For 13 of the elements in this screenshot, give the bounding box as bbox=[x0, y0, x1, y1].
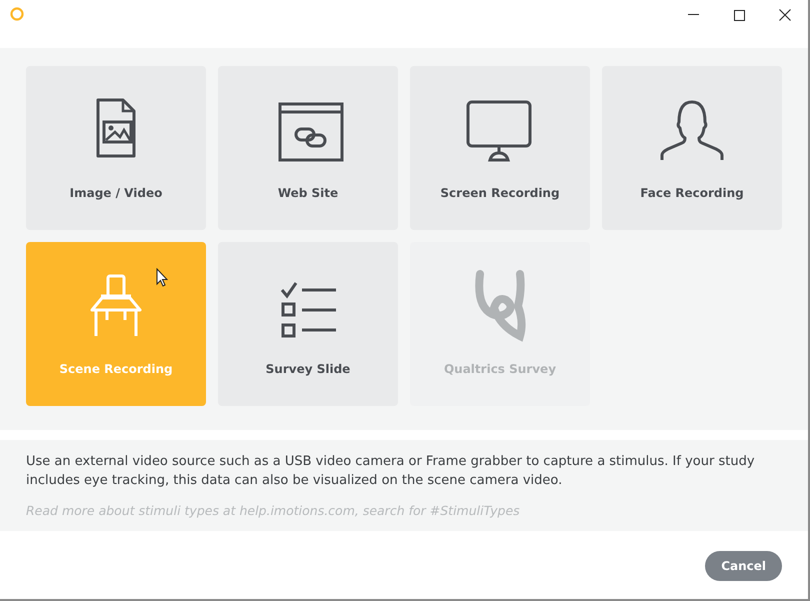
cancel-button[interactable]: Cancel bbox=[705, 550, 782, 581]
stimulus-tile[interactable]: Screen Recording bbox=[410, 66, 590, 230]
maximize-icon[interactable] bbox=[734, 10, 744, 20]
help-text: Read more about stimuli types at help.imotions.com, search for #StimuliTypes bbox=[26, 502, 521, 520]
app-logo-icon bbox=[10, 7, 24, 21]
stimulus-tile[interactable]: Image / Video bbox=[26, 66, 206, 230]
close-icon[interactable] bbox=[779, 9, 791, 21]
stimulus-tile[interactable]: Survey Slide bbox=[218, 242, 398, 406]
stimulus-tile[interactable]: Web Site bbox=[218, 66, 398, 230]
cursor-icon bbox=[156, 268, 168, 288]
description-text: Use an external video source such as a USB video camera or Frame grabber to capture a stimulus. If your study includes eye tracking, this data can also be visualized on the scene camera video. bbox=[26, 453, 756, 490]
stimulus-tile[interactable]: Face Recording bbox=[602, 66, 782, 230]
minimize-icon[interactable] bbox=[688, 14, 698, 16]
